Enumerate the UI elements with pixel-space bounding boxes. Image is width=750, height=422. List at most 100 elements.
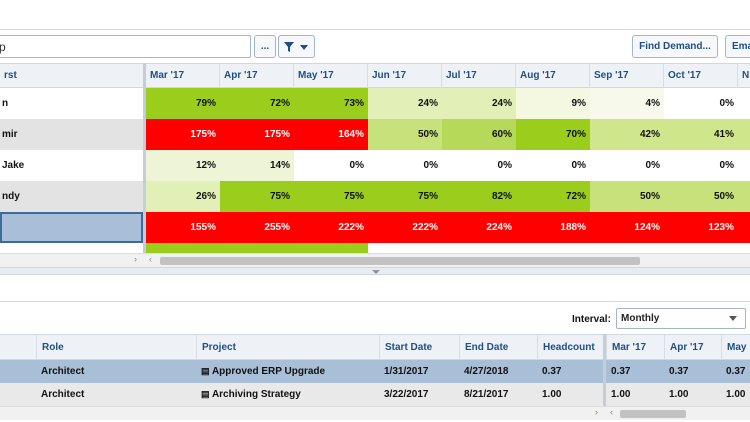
utilization-cell[interactable]: 224% (442, 212, 516, 243)
utilization-cell[interactable]: 9% (516, 88, 590, 119)
scroll-thumb[interactable] (160, 257, 640, 265)
pane-splitter[interactable] (0, 267, 750, 275)
utilization-cell[interactable]: 188% (516, 212, 590, 243)
column-header-month[interactable]: Jun '17 (368, 64, 442, 88)
resource-name-cell[interactable] (0, 212, 143, 243)
utilization-cell[interactable]: 0% (516, 150, 590, 181)
partial-row (0, 243, 750, 253)
utilization-cell[interactable]: 42% (590, 119, 664, 150)
column-header-month[interactable]: Apr '17 (220, 64, 294, 88)
chevron-left-icon[interactable]: ‹ (610, 407, 613, 417)
utilization-cell[interactable]: 222% (368, 212, 442, 243)
utilization-cell[interactable]: 123% (664, 212, 738, 243)
utilization-cell[interactable]: 26% (146, 181, 220, 212)
role-cell: Architect (41, 366, 85, 377)
column-header-name[interactable]: rst (0, 64, 143, 88)
chevron-right-icon[interactable]: › (134, 254, 137, 264)
utilization-cell-partial[interactable] (738, 212, 750, 243)
month-cell: 1.00 (611, 389, 631, 400)
utilization-cell[interactable]: 72% (516, 181, 590, 212)
month-cell: 0.37 (726, 366, 746, 377)
column-header-month[interactable]: Apr '17 (664, 335, 721, 360)
utilization-cell[interactable]: 79% (146, 88, 220, 119)
utilization-cell[interactable]: 255% (220, 212, 294, 243)
column-header-month[interactable]: Jul '17 (442, 64, 516, 88)
utilization-cell[interactable]: 164% (294, 119, 368, 150)
column-header-end-date[interactable]: End Date (459, 335, 537, 360)
project-name: Approved ERP Upgrade (211, 366, 326, 377)
find-demand-button[interactable]: Find Demand... (632, 35, 718, 58)
column-header-headcount[interactable]: Headcount (537, 335, 603, 360)
utilization-cell-partial[interactable] (738, 119, 750, 150)
utilization-cell[interactable]: 50% (590, 181, 664, 212)
utilization-cell[interactable]: 70% (516, 119, 590, 150)
grid-frozen-divider (143, 63, 146, 267)
utilization-cell[interactable]: 41% (664, 119, 738, 150)
resource-name-cell[interactable]: Jake (0, 150, 143, 181)
utilization-cell[interactable]: 0% (664, 88, 738, 119)
utilization-cell[interactable]: 50% (368, 119, 442, 150)
project-cell[interactable]: ▤ Approved ERP Upgrade (196, 360, 325, 383)
utilization-cell-partial[interactable] (738, 150, 750, 181)
utilization-cell[interactable]: 175% (146, 119, 220, 150)
scroll-thumb[interactable] (620, 410, 686, 418)
lower-horizontal-scrollbar[interactable]: › ‹ (0, 406, 750, 420)
column-header-month[interactable]: May (721, 335, 750, 360)
utilization-cell[interactable]: 82% (442, 181, 516, 212)
utilization-cell[interactable]: 124% (590, 212, 664, 243)
filter-dropdown-button[interactable] (278, 35, 315, 58)
utilization-cell[interactable]: 24% (442, 88, 516, 119)
column-header-month[interactable]: N (738, 64, 750, 88)
column-header-month[interactable]: Sep '17 (590, 64, 664, 88)
upper-horizontal-scrollbar[interactable]: › ‹ (0, 253, 750, 267)
interval-select[interactable]: Monthly (616, 308, 746, 329)
resource-name-cell[interactable]: n (0, 88, 143, 119)
utilization-cell[interactable]: 75% (294, 181, 368, 212)
utilization-cell[interactable]: 222% (294, 212, 368, 243)
utilization-cell[interactable]: 0% (442, 150, 516, 181)
utilization-cell[interactable]: 50% (664, 181, 738, 212)
utilization-cell[interactable]: 0% (368, 150, 442, 181)
column-header-start-date[interactable]: Start Date (379, 335, 459, 360)
utilization-cell[interactable]: 72% (220, 88, 294, 119)
ellipsis-button[interactable]: ... (254, 35, 276, 58)
utilization-cell[interactable]: 73% (294, 88, 368, 119)
assignment-row[interactable]: Architect ▤ Approved ERP Upgrade 1/31/20… (0, 360, 750, 383)
interval-label: Interval: (572, 314, 611, 325)
utilization-cell[interactable]: 0% (590, 150, 664, 181)
chevron-right-icon[interactable]: › (595, 407, 598, 417)
column-header-role[interactable]: Role (36, 335, 196, 360)
column-header-project[interactable]: Project (196, 335, 379, 360)
project-icon: ▤ (201, 366, 210, 376)
utilization-cell-partial[interactable] (738, 181, 750, 212)
month-cell: 0.37 (669, 366, 689, 377)
search-value: p (0, 40, 6, 54)
utilization-cell[interactable]: 60% (442, 119, 516, 150)
utilization-cell[interactable]: 75% (368, 181, 442, 212)
project-icon: ▤ (201, 389, 210, 399)
utilization-cell[interactable]: 24% (368, 88, 442, 119)
resource-name-cell[interactable]: mir (0, 119, 143, 150)
utilization-cell-partial[interactable] (738, 88, 750, 119)
assignment-row[interactable]: Architect ▤ Archiving Strategy 3/22/2017… (0, 383, 750, 406)
utilization-cell[interactable]: 14% (220, 150, 294, 181)
column-header-month[interactable]: May '17 (294, 64, 368, 88)
utilization-cell[interactable]: 75% (220, 181, 294, 212)
project-cell[interactable]: ▤ Archiving Strategy (196, 383, 301, 406)
search-input[interactable]: p (0, 35, 251, 58)
email-button[interactable]: Ema (725, 35, 750, 58)
resource-name-cell[interactable]: ndy (0, 181, 143, 212)
utilization-cell[interactable]: 155% (146, 212, 220, 243)
utilization-cell[interactable]: 175% (220, 119, 294, 150)
utilization-cell[interactable]: 12% (146, 150, 220, 181)
utilization-cell[interactable]: 0% (664, 150, 738, 181)
column-header-month[interactable]: Mar '17 (606, 335, 664, 360)
column-header-month[interactable]: Aug '17 (516, 64, 590, 88)
top-bar (0, 0, 750, 30)
column-header-month[interactable]: Mar '17 (146, 64, 220, 88)
utilization-cell[interactable]: 4% (590, 88, 664, 119)
utilization-cell[interactable]: 0% (294, 150, 368, 181)
month-cell: 1.00 (669, 389, 689, 400)
column-header-month[interactable]: Oct '17 (664, 64, 738, 88)
chevron-left-icon[interactable]: ‹ (149, 254, 152, 264)
